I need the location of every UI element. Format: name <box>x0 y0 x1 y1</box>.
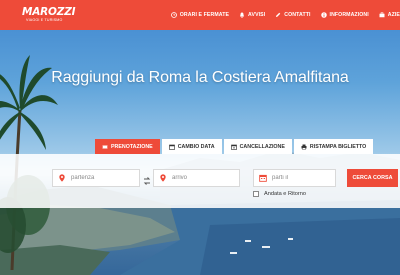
round-trip-checkbox[interactable] <box>253 191 259 197</box>
brand-name: MAROZZI <box>22 6 76 18</box>
tab-label: CAMBIO DATA <box>177 143 215 150</box>
info-icon <box>320 12 327 18</box>
swap-icon[interactable] <box>143 173 151 185</box>
nav-item-label: AVVISI <box>248 12 266 18</box>
arrival-input[interactable] <box>172 175 239 181</box>
tab-ristampa-biglietto[interactable]: RISTAMPA BIGLIETTO <box>293 139 374 154</box>
tab-cancellazione[interactable]: CANCELLAZIONE <box>223 139 292 154</box>
search-button[interactable]: CERCA CORSA <box>347 169 398 187</box>
bell-icon <box>239 12 245 18</box>
map-pin-icon <box>159 174 167 182</box>
nav-item-informazioni[interactable]: INFORMAZIONI <box>320 12 369 18</box>
hero-title: Raggiungi da Roma la Costiera Amalfitana <box>51 69 349 86</box>
date-input[interactable] <box>272 175 335 181</box>
arrival-field[interactable] <box>153 169 240 187</box>
round-trip-option[interactable]: Andata e Ritorno <box>253 191 306 197</box>
nav-item-label: ORARI E FERMATE <box>179 12 230 18</box>
hero-background <box>0 0 400 275</box>
booking-tabs: PRENOTAZIONE CAMBIO DATA CANCELLAZIONE R… <box>95 139 375 154</box>
brand-tagline: VIAGGI E TURISMO <box>26 18 63 22</box>
round-trip-label: Andata e Ritorno <box>264 191 306 197</box>
nav-item-label: AZIE <box>387 12 400 18</box>
pencil-icon <box>275 12 281 18</box>
top-header: MAROZZI VIAGGI E TURISMO ORARI E FERMATE… <box>0 0 400 30</box>
calendar-x-icon <box>230 144 237 150</box>
map-pin-icon <box>58 174 66 182</box>
nav-item-label: CONTATTI <box>284 12 311 18</box>
search-panel: CERCA CORSA Andata e Ritorno <box>0 154 400 208</box>
departure-input[interactable] <box>71 175 139 181</box>
printer-icon <box>301 144 307 150</box>
briefcase-icon <box>379 12 385 18</box>
nav-item-azienda[interactable]: AZIE <box>379 12 400 18</box>
nav-item-label: INFORMAZIONI <box>329 12 369 18</box>
tab-cambio-data[interactable]: CAMBIO DATA <box>161 139 222 154</box>
calendar-icon <box>168 144 175 150</box>
tab-label: RISTAMPA BIGLIETTO <box>309 143 367 150</box>
tab-label: CANCELLAZIONE <box>239 143 285 150</box>
nav-item-orari[interactable]: ORARI E FERMATE <box>170 12 230 18</box>
tab-prenotazione[interactable]: PRENOTAZIONE <box>95 139 160 154</box>
main-nav: ORARI E FERMATE AVVISI CONTATTI INFORMAZ… <box>161 0 400 30</box>
nav-item-contatti[interactable]: CONTATTI <box>275 12 310 18</box>
brand-logo[interactable]: MAROZZI VIAGGI E TURISMO <box>22 6 76 26</box>
departure-field[interactable] <box>52 169 140 187</box>
ticket-icon <box>102 144 108 150</box>
nav-item-avvisi[interactable]: AVVISI <box>239 12 265 18</box>
calendar-icon <box>259 174 267 182</box>
tab-label: PRENOTAZIONE <box>111 143 153 150</box>
date-field[interactable] <box>253 169 336 187</box>
clock-icon <box>170 12 177 18</box>
